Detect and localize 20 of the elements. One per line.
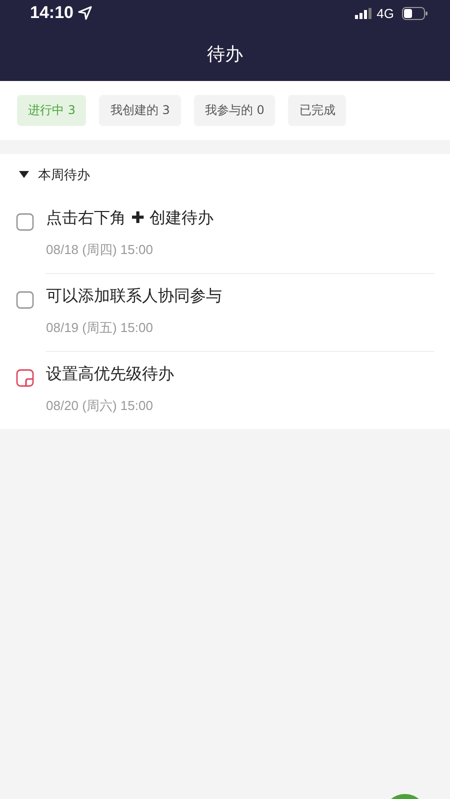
battery-icon	[402, 6, 428, 20]
filter-tab[interactable]: 我参与的 0	[194, 95, 276, 126]
checkbox[interactable]	[16, 213, 34, 231]
task-title: 设置高优先级待办	[46, 364, 175, 385]
triangle-icon[interactable]	[19, 171, 29, 179]
task-due-date: 08/19 (周五) 15:00	[46, 319, 154, 337]
section-title: 本周待办	[38, 167, 90, 184]
filter-tab[interactable]: 我创建的 3	[99, 95, 181, 126]
location-arrow-icon	[78, 6, 92, 20]
page-title: 待办	[207, 42, 243, 66]
status-time: 14:10	[30, 3, 74, 23]
task-title: 可以添加联系人协同参与	[46, 286, 223, 307]
filter-tab[interactable]: 已完成	[288, 95, 346, 126]
task-due-date: 08/18 (周四) 15:00	[46, 241, 154, 259]
checkbox[interactable]	[16, 291, 34, 309]
task-title: 点击右下角 ✚ 创建待办	[46, 208, 215, 229]
signal-icon	[354, 8, 372, 18]
network-label: 4G	[376, 6, 394, 20]
priority-checkbox[interactable]	[16, 369, 34, 387]
task-due-date: 08/20 (周六) 15:00	[46, 397, 154, 415]
